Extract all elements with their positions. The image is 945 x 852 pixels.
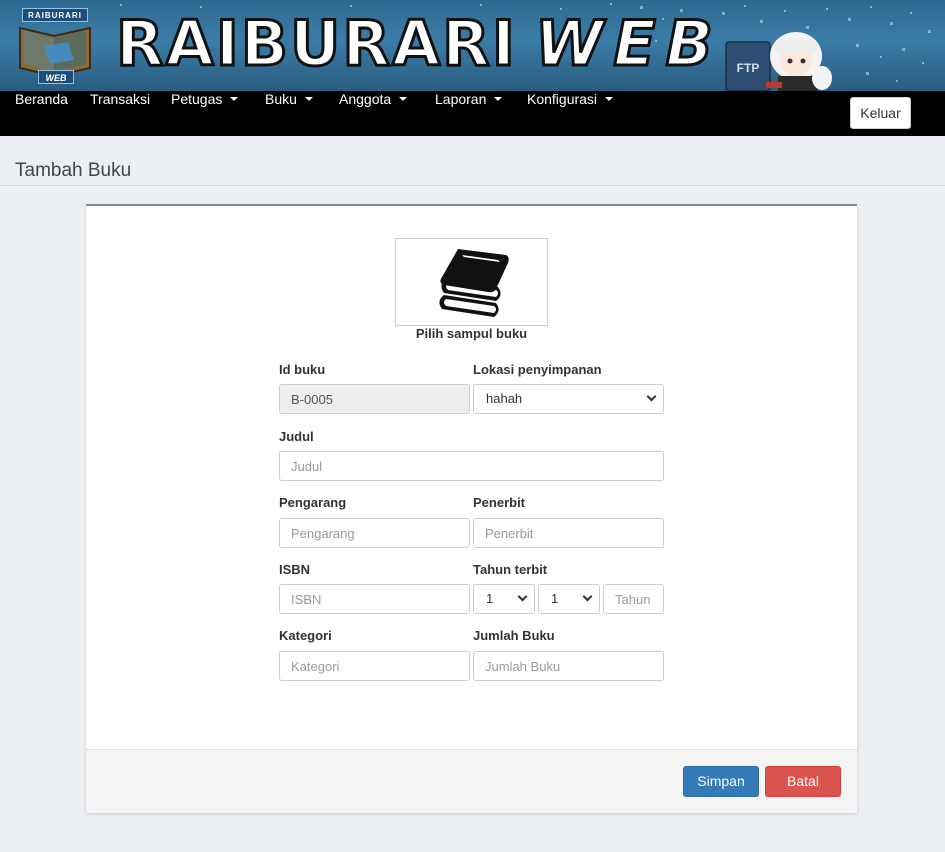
logout-button[interactable]: Keluar [850,97,911,129]
save-button[interactable]: Simpan [683,766,759,797]
nav-item-laporan[interactable]: Laporan [435,91,503,136]
location-label: Lokasi penyimpanan [473,362,602,377]
caret-down-icon [230,97,239,102]
nav-item-transaksi[interactable]: Transaksi [90,91,150,136]
nav-item-label: Laporan [435,91,487,107]
qty-field[interactable] [473,651,664,681]
caret-down-icon [494,97,503,102]
mascot-book-label: FTP [737,61,760,75]
site-title-web: WEB [533,6,723,81]
caret-down-icon [399,97,408,102]
caret-down-icon [304,97,313,102]
title-label: Judul [279,429,314,444]
chevron-down-icon [517,591,528,602]
nav-item-petugas[interactable]: Petugas [171,91,239,136]
publisher-field[interactable] [473,518,664,548]
isbn-label: ISBN [279,562,311,577]
publisher-label: Penerbit [473,495,526,510]
nav-item-label: Buku [265,91,297,107]
title-divider [0,185,945,186]
main-navbar: Beranda Transaksi Petugas Buku Anggota L… [0,91,945,136]
year-label: Tahun terbit [473,562,548,577]
nav-item-buku[interactable]: Buku [265,91,313,136]
month-select[interactable]: 1 [538,584,600,614]
year-field[interactable] [603,584,664,614]
nav-item-beranda[interactable]: Beranda [15,91,68,136]
page-title: Tambah Buku [15,160,132,181]
cover-caption: Pilih sampul buku [415,326,528,341]
qty-label: Jumlah Buku [473,628,555,643]
id-field[interactable] [279,384,470,414]
location-select[interactable]: hahah [473,384,664,414]
nav-item-label: Konfigurasi [527,91,598,107]
location-select-value: hahah [486,391,523,406]
books-icon [439,249,509,317]
isbn-field[interactable] [279,584,470,614]
nav-item-label: Beranda [15,91,68,107]
nav-item-label: Petugas [171,91,223,107]
day-select-value: 1 [486,591,494,606]
mascot-illustration: FTP [725,32,832,91]
title-field[interactable] [279,451,664,481]
author-field[interactable] [279,518,470,548]
day-select[interactable]: 1 [473,584,535,614]
chevron-down-icon [582,591,593,602]
nav-item-anggota[interactable]: Anggota [339,91,408,136]
cover-picker[interactable] [395,238,548,326]
site-title: RAIBURARI WEB [115,6,723,81]
cancel-button[interactable]: Batal [765,766,841,797]
nav-item-konfigurasi[interactable]: Konfigurasi [527,91,614,136]
category-field[interactable] [279,651,470,681]
logo-label-top: RAIBURARI [22,8,88,22]
author-label: Pengarang [279,495,347,510]
logo-label-bottom: WEB [38,70,74,84]
id-label: Id buku [279,362,326,377]
chevron-down-icon [646,391,657,402]
nav-item-label: Transaksi [90,91,151,107]
category-label: Kategori [279,628,332,643]
caret-down-icon [605,97,614,102]
nav-item-label: Anggota [339,91,392,107]
add-book-card: Pilih sampul buku [86,204,857,813]
site-title-main: RAIBURARI [115,6,517,81]
site-logo[interactable]: RAIBURARI WEB [14,6,96,86]
month-select-value: 1 [551,591,559,606]
header-banner: RAIBURARI WEB RAIBURARI WEB FTP [0,0,945,91]
